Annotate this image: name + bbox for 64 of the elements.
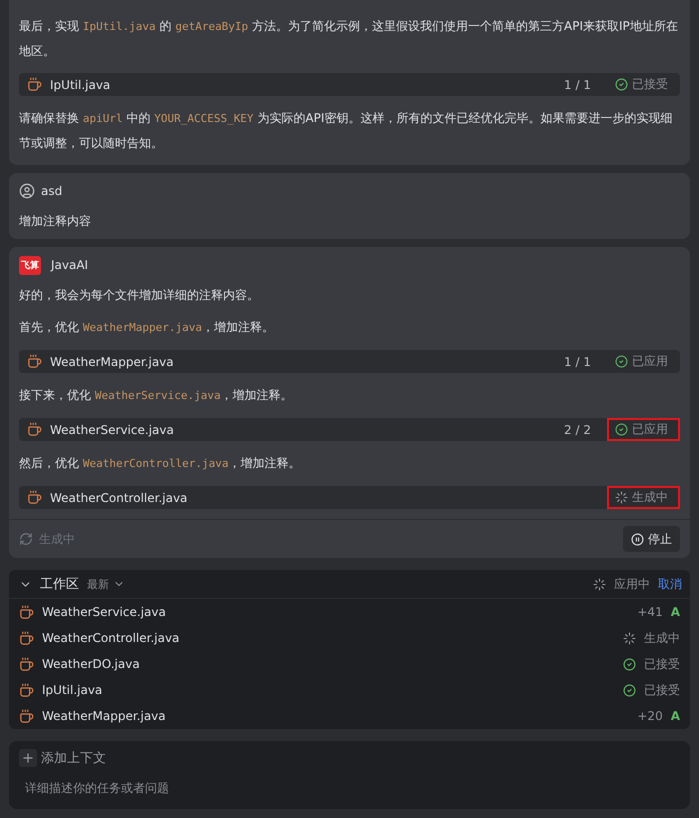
coffee-cup-icon (19, 604, 34, 620)
message-text: 好的，我会为每个文件增加详细的注释内容。 (19, 287, 260, 304)
app-logo: 飞算 (19, 256, 41, 274)
added-label: A (670, 709, 680, 723)
file-name: WeatherMapper.java (42, 709, 167, 723)
workspace-file[interactable]: IpUtil.java 已接受 (9, 677, 690, 703)
sort-dropdown[interactable]: 最新 (87, 576, 125, 592)
coffee-cup-icon (27, 422, 42, 437)
line-count: +41 (637, 605, 663, 619)
author-name: JavaAI (51, 258, 88, 272)
file-name: IpUtil.java (42, 683, 104, 697)
workspace-title: 工作区 (40, 576, 79, 593)
file-status: 已应用 (607, 350, 680, 373)
file-name: WeatherMapper.java (50, 354, 175, 368)
added-label: A (670, 605, 680, 619)
message-text: 然后，优化 WeatherController.java，增加注释。 (19, 455, 302, 472)
change-count: 2 / 2 (564, 422, 591, 436)
file-status: 已接受 (644, 656, 680, 672)
coffee-cup-icon (27, 354, 42, 369)
file-block[interactable]: WeatherMapper.java 1 / 1 已应用 (19, 350, 680, 373)
generating-status: 生成中 (39, 530, 75, 548)
file-name: WeatherDO.java (42, 657, 141, 671)
workspace-file[interactable]: WeatherController.java 生成中 (9, 625, 690, 651)
message-text: 增加注释内容 (19, 213, 92, 230)
highlighted-status: 已应用 (607, 418, 680, 441)
file-block[interactable]: WeatherController.java 生成中 (19, 486, 680, 509)
plus-icon (21, 751, 35, 765)
file-status: 已接受 (644, 682, 680, 698)
message-text: 首先，优化 WeatherMapper.java，增加注释。 (19, 319, 276, 336)
message-text: 请确保替换 apiUrl 中的 YOUR_ACCESS_KEY 为实际的API密钥。这样，所有的文件已经优化完毕。如果需要进一步的实现细节或调整，可以随时告知。 (19, 110, 674, 152)
message-text: 接下来，优化 WeatherService.java，增加注释。 (19, 387, 294, 404)
highlighted-status: 生成中 (607, 486, 680, 509)
file-status: 生成中 (644, 630, 680, 646)
apply-status: 应用中 (614, 576, 650, 592)
file-name: WeatherService.java (42, 605, 167, 619)
file-name: IpUtil.java (50, 78, 112, 92)
line-count: +20 (637, 709, 663, 723)
file-name: WeatherController.java (42, 631, 180, 645)
file-block[interactable]: WeatherService.java 2 / 2 已应用 (19, 418, 680, 441)
file-status: 已接受 (607, 73, 680, 96)
coffee-cup-icon (19, 630, 34, 646)
add-context-label: 添加上下文 (41, 750, 106, 767)
change-count: 1 / 1 (564, 354, 591, 368)
message-text: 最后，实现 IpUtil.java 的 getAreaByIp 方法。为了简化示例，这里假设我们使用一个简单的第三方API来获取IP地址所在地区。 (19, 18, 679, 60)
coffee-cup-icon (19, 708, 34, 724)
file-block[interactable]: IpUtil.java 1 / 1 已接受 (19, 73, 680, 96)
author-name: asd (41, 184, 62, 198)
coffee-cup-icon (27, 77, 42, 92)
stop-button[interactable]: 停止 (623, 526, 680, 552)
cancel-link[interactable]: 取消 (658, 576, 682, 592)
change-count: 1 / 1 (564, 78, 591, 92)
workspace-file[interactable]: WeatherService.java +41 A (9, 599, 690, 625)
coffee-cup-icon (27, 490, 42, 505)
coffee-cup-icon (19, 682, 34, 698)
task-input-field[interactable]: 详细描述你的任务或者问题 (19, 781, 680, 795)
loading-icon (19, 532, 33, 546)
file-name: WeatherController.java (50, 490, 188, 504)
workspace-file[interactable]: WeatherDO.java 已接受 (9, 651, 690, 677)
coffee-cup-icon (19, 656, 34, 672)
workspace-file[interactable]: WeatherMapper.java +20 A (9, 703, 690, 729)
file-name: WeatherService.java (50, 422, 175, 436)
spinner-icon (593, 578, 606, 590)
pause-icon (631, 532, 644, 546)
add-context-button[interactable] (19, 749, 37, 767)
